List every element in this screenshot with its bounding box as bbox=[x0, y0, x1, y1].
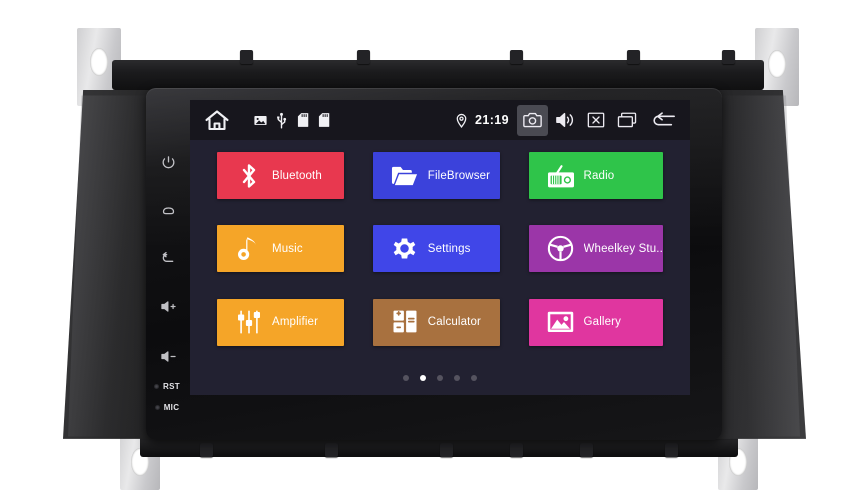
volume-down-hardkey[interactable] bbox=[154, 342, 182, 370]
home-icon[interactable] bbox=[200, 107, 234, 133]
calculator-icon bbox=[391, 308, 419, 336]
page-dot[interactable] bbox=[437, 375, 443, 381]
app-label: FileBrowser bbox=[427, 169, 491, 182]
app-tile-filebrowser[interactable]: FileBrowser bbox=[372, 152, 500, 199]
back-arrow-icon bbox=[160, 250, 176, 266]
power-button[interactable] bbox=[154, 148, 182, 176]
bluetooth-icon bbox=[235, 162, 263, 190]
hardkey-strip: RST MIC bbox=[147, 92, 189, 436]
app-label: Music bbox=[272, 242, 303, 255]
app-tile-music[interactable]: Music bbox=[217, 225, 344, 273]
trim-clip bbox=[580, 443, 593, 457]
app-label: Amplifier bbox=[272, 316, 319, 329]
bracket-hole bbox=[90, 48, 108, 76]
camera-icon bbox=[523, 112, 542, 128]
top-trim-rail bbox=[112, 50, 764, 90]
status-bar: 21:19 bbox=[190, 100, 690, 140]
page-dot[interactable] bbox=[454, 375, 460, 381]
trim-clip bbox=[240, 50, 253, 64]
status-bar-left bbox=[200, 107, 336, 133]
x-box-icon bbox=[587, 112, 605, 128]
app-grid: Bluetooth FileBrowser Radio Music Settin… bbox=[190, 140, 690, 354]
page-indicator bbox=[190, 375, 690, 381]
location-pin-icon bbox=[454, 110, 469, 130]
sdcard-icon bbox=[294, 109, 311, 131]
app-label: Gallery bbox=[583, 316, 622, 329]
status-bar-right: 21:19 bbox=[454, 104, 680, 136]
page-dot[interactable] bbox=[403, 375, 409, 381]
steering-wheel-icon bbox=[547, 235, 575, 263]
trim-clip bbox=[440, 443, 453, 457]
app-label: Calculator bbox=[427, 316, 482, 329]
gear-icon bbox=[391, 235, 419, 263]
close-button[interactable] bbox=[582, 106, 610, 134]
volume-up-icon bbox=[160, 299, 177, 314]
trim-clip bbox=[722, 50, 735, 64]
trim-clip bbox=[200, 443, 213, 457]
touchscreen[interactable]: 21:19 Bluetooth FileBrowser Radio Music … bbox=[190, 100, 690, 395]
app-label: Settings bbox=[427, 242, 471, 255]
app-label: Bluetooth bbox=[272, 169, 322, 182]
equalizer-icon bbox=[235, 308, 263, 336]
volume-up-hardkey[interactable] bbox=[154, 292, 182, 320]
home-outline-icon bbox=[161, 203, 176, 218]
pinhole-dot bbox=[154, 405, 160, 410]
app-tile-settings[interactable]: Settings bbox=[372, 225, 500, 273]
radio-icon bbox=[547, 162, 575, 190]
volume-down-icon bbox=[160, 349, 177, 364]
mic-pinhole: MIC bbox=[154, 403, 180, 412]
trim-clip bbox=[357, 50, 370, 64]
trim-clip bbox=[510, 443, 523, 457]
sdcard-icon-2 bbox=[315, 109, 332, 131]
app-tile-bluetooth[interactable]: Bluetooth bbox=[217, 152, 344, 199]
clock: 21:19 bbox=[475, 113, 509, 127]
trim-clip bbox=[510, 50, 523, 64]
reset-label: RST bbox=[163, 382, 180, 391]
reset-pinhole[interactable]: RST bbox=[154, 382, 180, 391]
back-arrow-icon bbox=[650, 111, 676, 129]
photo-icon bbox=[547, 308, 575, 336]
folder-icon bbox=[391, 162, 419, 190]
mic-label: MIC bbox=[163, 403, 180, 412]
app-label: Radio bbox=[583, 169, 615, 182]
volume-button[interactable] bbox=[551, 106, 579, 134]
bracket-hole bbox=[768, 50, 786, 78]
power-icon bbox=[161, 155, 176, 170]
app-tile-amplifier[interactable]: Amplifier bbox=[217, 298, 344, 346]
back-hardkey[interactable] bbox=[154, 244, 182, 272]
trim-clip bbox=[665, 443, 678, 457]
app-tile-wheelkey[interactable]: Wheelkey Stu.. bbox=[528, 225, 663, 273]
app-tile-calculator[interactable]: Calculator bbox=[372, 298, 500, 346]
page-dot-active[interactable] bbox=[420, 375, 426, 381]
image-icon bbox=[252, 109, 269, 131]
page-dot[interactable] bbox=[471, 375, 477, 381]
trim-clip bbox=[325, 443, 338, 457]
pinhole-dot bbox=[154, 384, 160, 389]
app-tile-radio[interactable]: Radio bbox=[528, 152, 663, 199]
trim-clip bbox=[627, 50, 640, 64]
app-tile-gallery[interactable]: Gallery bbox=[528, 298, 663, 346]
camera-button[interactable] bbox=[517, 104, 548, 136]
back-button[interactable] bbox=[646, 106, 680, 134]
volume-icon bbox=[555, 111, 575, 129]
home-hardkey[interactable] bbox=[154, 196, 182, 224]
recent-apps-button[interactable] bbox=[613, 106, 641, 134]
device-photo: RST MIC 21:19 Bluetooth FileBrowser Radi… bbox=[0, 0, 865, 503]
usb-icon bbox=[273, 109, 290, 131]
app-label: Wheelkey Stu.. bbox=[583, 242, 663, 255]
music-note-icon bbox=[235, 235, 263, 263]
recent-apps-icon bbox=[617, 112, 637, 128]
